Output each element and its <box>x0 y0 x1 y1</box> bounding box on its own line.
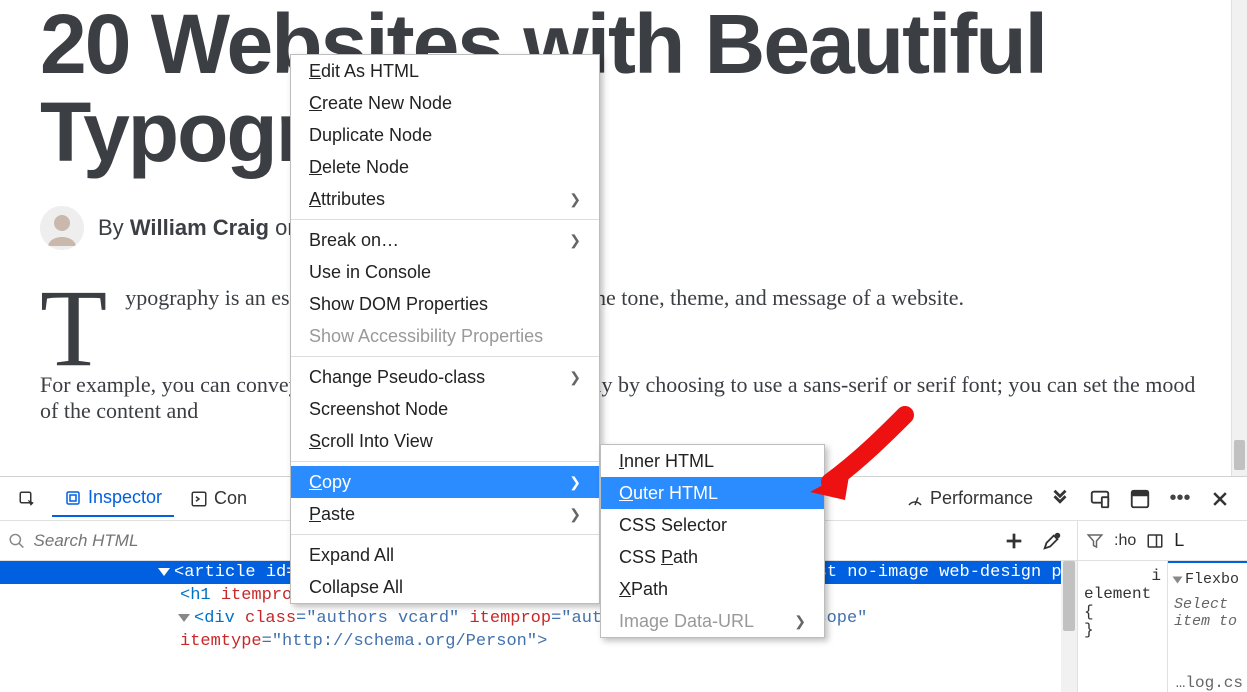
menu-separator <box>291 534 599 535</box>
chevron-right-icon: ❯ <box>569 191 581 208</box>
styles-brace-open: { <box>1084 603 1161 621</box>
menu-item-show-accessibility-properties: Show Accessibility Properties <box>291 320 599 352</box>
dom-node-div-authors[interactable]: <div class="authors vcard" itemprop="aut… <box>0 607 1077 630</box>
menu-item-duplicate-node[interactable]: Duplicate Node <box>291 119 599 151</box>
element-picker-button[interactable] <box>6 481 48 517</box>
author-avatar <box>40 206 84 250</box>
dom-scrollbar[interactable] <box>1061 561 1077 692</box>
menu-item-expand-all[interactable]: Expand All <box>291 539 599 571</box>
context-menu[interactable]: Edit As HTMLCreate New NodeDuplicate Nod… <box>290 54 600 604</box>
tab-performance[interactable]: Performance <box>894 481 1045 517</box>
overflow-tabs-icon[interactable] <box>1049 488 1071 510</box>
dock-mode-icon[interactable] <box>1129 488 1151 510</box>
tab-console[interactable]: Con <box>178 481 259 517</box>
menu-item-copy[interactable]: Copy❯ <box>291 466 599 498</box>
layout-pane-icon[interactable] <box>1146 532 1164 550</box>
byline: By William Craig on <box>40 206 1207 250</box>
chevron-right-icon: ❯ <box>569 232 581 249</box>
menu-item-paste[interactable]: Paste❯ <box>291 498 599 530</box>
scrollbar-thumb[interactable] <box>1234 440 1245 470</box>
article-paragraph-1: T ypography is an essential and integral… <box>40 280 1207 315</box>
article-paragraph-2: For example, you can convey modernity or… <box>40 372 1207 424</box>
dom-scrollbar-thumb[interactable] <box>1063 561 1075 631</box>
menu-item-delete-node[interactable]: Delete Node <box>291 151 599 183</box>
chevron-right-icon: ❯ <box>794 613 806 630</box>
filter-icon[interactable] <box>1086 532 1104 550</box>
console-icon <box>190 490 208 508</box>
meatball-menu-icon[interactable]: ••• <box>1169 488 1191 510</box>
menu-item-edit-as-html[interactable]: Edit As HTML <box>291 55 599 87</box>
submenu-item-css-selector[interactable]: CSS Selector <box>601 509 824 541</box>
submenu-item-css-path[interactable]: CSS Path <box>601 541 824 573</box>
menu-item-screenshot-node[interactable]: Screenshot Node <box>291 393 599 425</box>
eyedropper-icon[interactable] <box>1041 530 1063 552</box>
element-picker-icon <box>18 490 36 508</box>
devtools-footer: …log.cs <box>1172 672 1247 692</box>
performance-icon <box>906 490 924 508</box>
menu-separator <box>291 356 599 357</box>
flexbox-label: Flexbo <box>1185 571 1239 588</box>
twisty-icon[interactable] <box>1173 576 1183 583</box>
hov-label[interactable]: :ho <box>1114 532 1136 550</box>
tab-inspector[interactable]: Inspector <box>52 481 174 517</box>
styles-element: element <box>1084 585 1161 603</box>
menu-item-break-on[interactable]: Break on…❯ <box>291 224 599 256</box>
tab-inspector-label: Inspector <box>88 487 162 508</box>
menu-item-attributes[interactable]: Attributes❯ <box>291 183 599 215</box>
by-word: By <box>98 215 124 240</box>
submenu-item-xpath[interactable]: XPath <box>601 573 824 605</box>
menu-item-change-pseudo-class[interactable]: Change Pseudo-class❯ <box>291 361 599 393</box>
responsive-mode-icon[interactable] <box>1089 488 1111 510</box>
l-label[interactable]: L <box>1174 530 1184 551</box>
inspector-icon <box>64 489 82 507</box>
twisty-icon[interactable] <box>178 614 190 622</box>
chevron-right-icon: ❯ <box>569 369 581 386</box>
tab-performance-label: Performance <box>930 488 1033 509</box>
tab-console-label: Con <box>214 488 247 509</box>
menu-item-create-new-node[interactable]: Create New Node <box>291 87 599 119</box>
styles-brace-close: } <box>1084 621 1161 639</box>
chevron-right-icon: ❯ <box>569 474 581 491</box>
menu-item-use-in-console[interactable]: Use in Console <box>291 256 599 288</box>
submenu-item-image-data-url: Image Data-URL❯ <box>601 605 824 637</box>
search-icon <box>8 532 26 550</box>
menu-item-collapse-all[interactable]: Collapse All <box>291 571 599 603</box>
menu-item-scroll-into-view[interactable]: Scroll Into View <box>291 425 599 457</box>
dom-node-div-authors-cont[interactable]: itemtype="http://schema.org/Person"> <box>0 630 1077 653</box>
menu-separator <box>291 461 599 462</box>
close-devtools-icon[interactable] <box>1209 488 1231 510</box>
page-title: 20 Websites with Beautiful Typography <box>40 0 1207 176</box>
article-content: 20 Websites with Beautiful Typography By… <box>40 0 1207 424</box>
add-node-icon[interactable] <box>1003 530 1025 552</box>
submenu-item-inner-html[interactable]: Inner HTML <box>601 445 824 477</box>
flexbox-hint: Select item to <box>1174 596 1241 630</box>
page-scrollbar[interactable] <box>1231 0 1247 476</box>
submenu-item-outer-html[interactable]: Outer HTML <box>601 477 824 509</box>
twisty-icon[interactable] <box>158 568 170 576</box>
context-submenu-copy[interactable]: Inner HTMLOuter HTMLCSS SelectorCSS Path… <box>600 444 825 638</box>
chevron-right-icon: ❯ <box>569 506 581 523</box>
dropcap: T <box>40 284 107 372</box>
author-name: William Craig <box>130 215 269 240</box>
styles-hint: i <box>1084 567 1161 585</box>
menu-item-show-dom-properties[interactable]: Show DOM Properties <box>291 288 599 320</box>
menu-separator <box>291 219 599 220</box>
styles-pane[interactable]: i element { } <box>1077 561 1167 692</box>
